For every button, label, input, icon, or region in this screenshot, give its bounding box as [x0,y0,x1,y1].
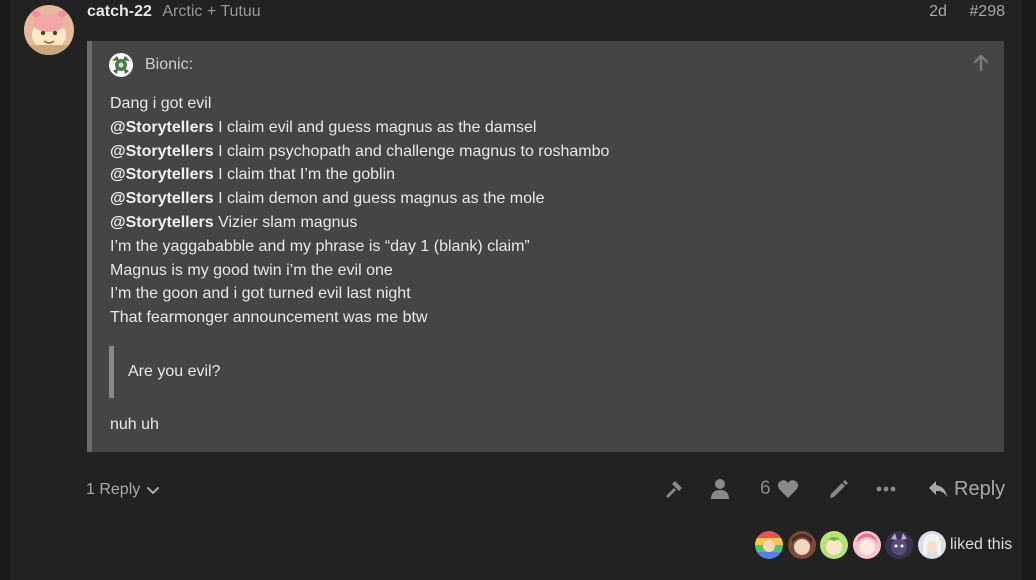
quote-line: @Storytellers I claim evil and guess mag… [110,116,609,140]
arrow-up-icon[interactable] [972,54,990,72]
nested-quote-text: Are you evil? [128,363,221,380]
quote-line: @Storytellers Vizier slam magnus [110,211,609,235]
quote-line-text: I claim evil and guess magnus as the dam… [213,118,537,136]
like-count: 6 [760,478,771,499]
reply-arrow-icon [929,481,947,497]
liker-avatar[interactable] [787,531,816,559]
post-age[interactable]: 2d [929,3,947,20]
reply-button[interactable]: Reply [928,477,1005,501]
replies-label: 1 Reply [86,481,141,498]
mention[interactable]: @Storytellers [110,119,214,136]
admin-button[interactable] [663,477,685,501]
pencil-icon [830,479,848,498]
left-gutter [0,0,10,580]
quote-line-text: I claim psychopath and challenge magnus … [213,142,610,160]
quote-line-text: I claim demon and guess magnus as the mo… [213,190,545,208]
mention[interactable]: @Storytellers [110,214,214,231]
liker-avatar[interactable] [885,531,913,559]
quote-line-text: Dang i got evil [110,95,212,112]
avatar[interactable] [24,5,74,55]
edit-button[interactable] [828,477,849,501]
post-number[interactable]: #298 [969,3,1005,20]
post-header: catch-22 Arctic + Tutuu 2d #298 [87,3,1005,23]
quote-line-text: Magnus is my good twin i’m the evil one [110,261,393,279]
quote-author-avatar [109,53,133,77]
quote-line: @Storytellers I claim demon and guess ma… [110,187,609,211]
quote-line: I’m the goon and i got turned evil last … [110,282,609,306]
quote-block: Bionic: Dang i got evil @Storytellers I … [87,41,1004,452]
quote-author: Bionic: [145,56,194,73]
quote-line-text: I’m the goon and i got turned evil last … [110,285,411,303]
more-button[interactable] [876,477,896,501]
quote-line-text: Vizier slam magnus [213,213,358,231]
user-button[interactable] [710,477,730,501]
quote-line: @Storytellers I claim psychopath and cha… [110,140,609,164]
quote-title[interactable]: Bionic: [109,53,193,77]
like-button[interactable]: 6 [760,477,799,501]
quote-reply-text: nuh uh [110,416,159,433]
quote-body: Dang i got evil @Storytellers I claim ev… [110,92,609,330]
quote-line: Magnus is my good twin i’m the evil one [110,259,609,283]
liker-avatar[interactable] [852,531,881,559]
quote-line-text: That fearmonger announcement was me btw [110,309,428,327]
likers-list: liked this [755,531,1012,559]
mention[interactable]: @Storytellers [110,190,214,207]
liker-avatar[interactable] [755,531,783,559]
nested-quote: Are you evil? [109,346,969,398]
post-meta: 2d #298 [929,3,1005,21]
mention[interactable]: @Storytellers [110,143,214,160]
quote-line: That fearmonger announcement was me btw [110,306,609,330]
liker-avatar[interactable] [820,531,848,559]
liked-this-text: liked this [950,536,1013,553]
quote-line-text: I claim that I’m the goblin [213,166,396,184]
quote-line: Dang i got evil [110,92,609,116]
replies-button[interactable]: 1 Reply [86,479,160,501]
heart-icon [777,480,798,498]
ellipsis-icon [876,486,896,492]
right-gutter [1022,0,1036,580]
quote-line: @Storytellers I claim that I’m the gobli… [110,163,609,187]
user-icon [711,479,729,499]
liker-avatar[interactable] [917,531,946,559]
mention[interactable]: @Storytellers [110,166,214,183]
chevron-down-icon [147,487,160,494]
quote-line: I’m the yaggababble and my phrase is “da… [110,235,609,259]
quote-line-text: I’m the yaggababble and my phrase is “da… [110,237,530,255]
username[interactable]: catch-22 [87,3,152,20]
topic-post: catch-22 Arctic + Tutuu 2d #298 Bionic: [0,0,1036,580]
wrench-icon [666,481,682,498]
user-title: Arctic + Tutuu [162,3,261,20]
reply-label: Reply [954,477,1006,500]
